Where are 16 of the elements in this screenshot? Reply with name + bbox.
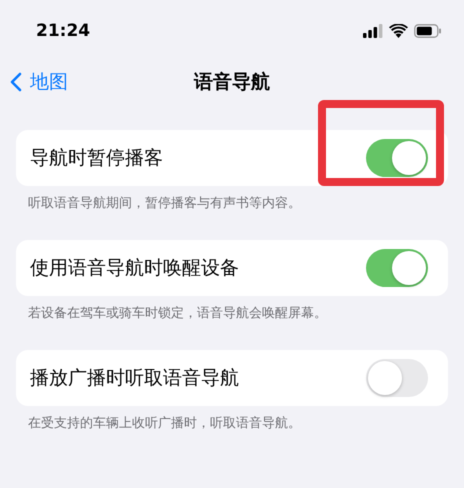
toggle-switch[interactable] <box>366 359 428 397</box>
battery-icon <box>414 24 442 38</box>
toggle-switch[interactable] <box>366 249 428 287</box>
wifi-icon <box>389 24 408 38</box>
row-footnote: 在受支持的车辆上收听广播时，听取语音导航。 <box>27 415 302 432</box>
row-label: 导航时暂停播客 <box>30 146 163 171</box>
signal-icon <box>363 24 383 38</box>
back-button[interactable]: 地图 <box>0 69 68 95</box>
status-time: 21:24 <box>36 21 90 41</box>
nav-title: 语音导航 <box>194 70 270 95</box>
chevron-left-icon <box>10 72 22 92</box>
row-footnote: 听取语音导航期间，暂停播客与有声书等内容。 <box>27 195 302 212</box>
toggle-switch[interactable] <box>366 139 428 177</box>
row-footnote: 若设备在驾车或骑车时锁定，语音导航会唤醒屏幕。 <box>27 305 328 322</box>
row-label: 播放广播时听取语音导航 <box>30 366 239 391</box>
row-label: 使用语音导航时唤醒设备 <box>30 256 239 281</box>
